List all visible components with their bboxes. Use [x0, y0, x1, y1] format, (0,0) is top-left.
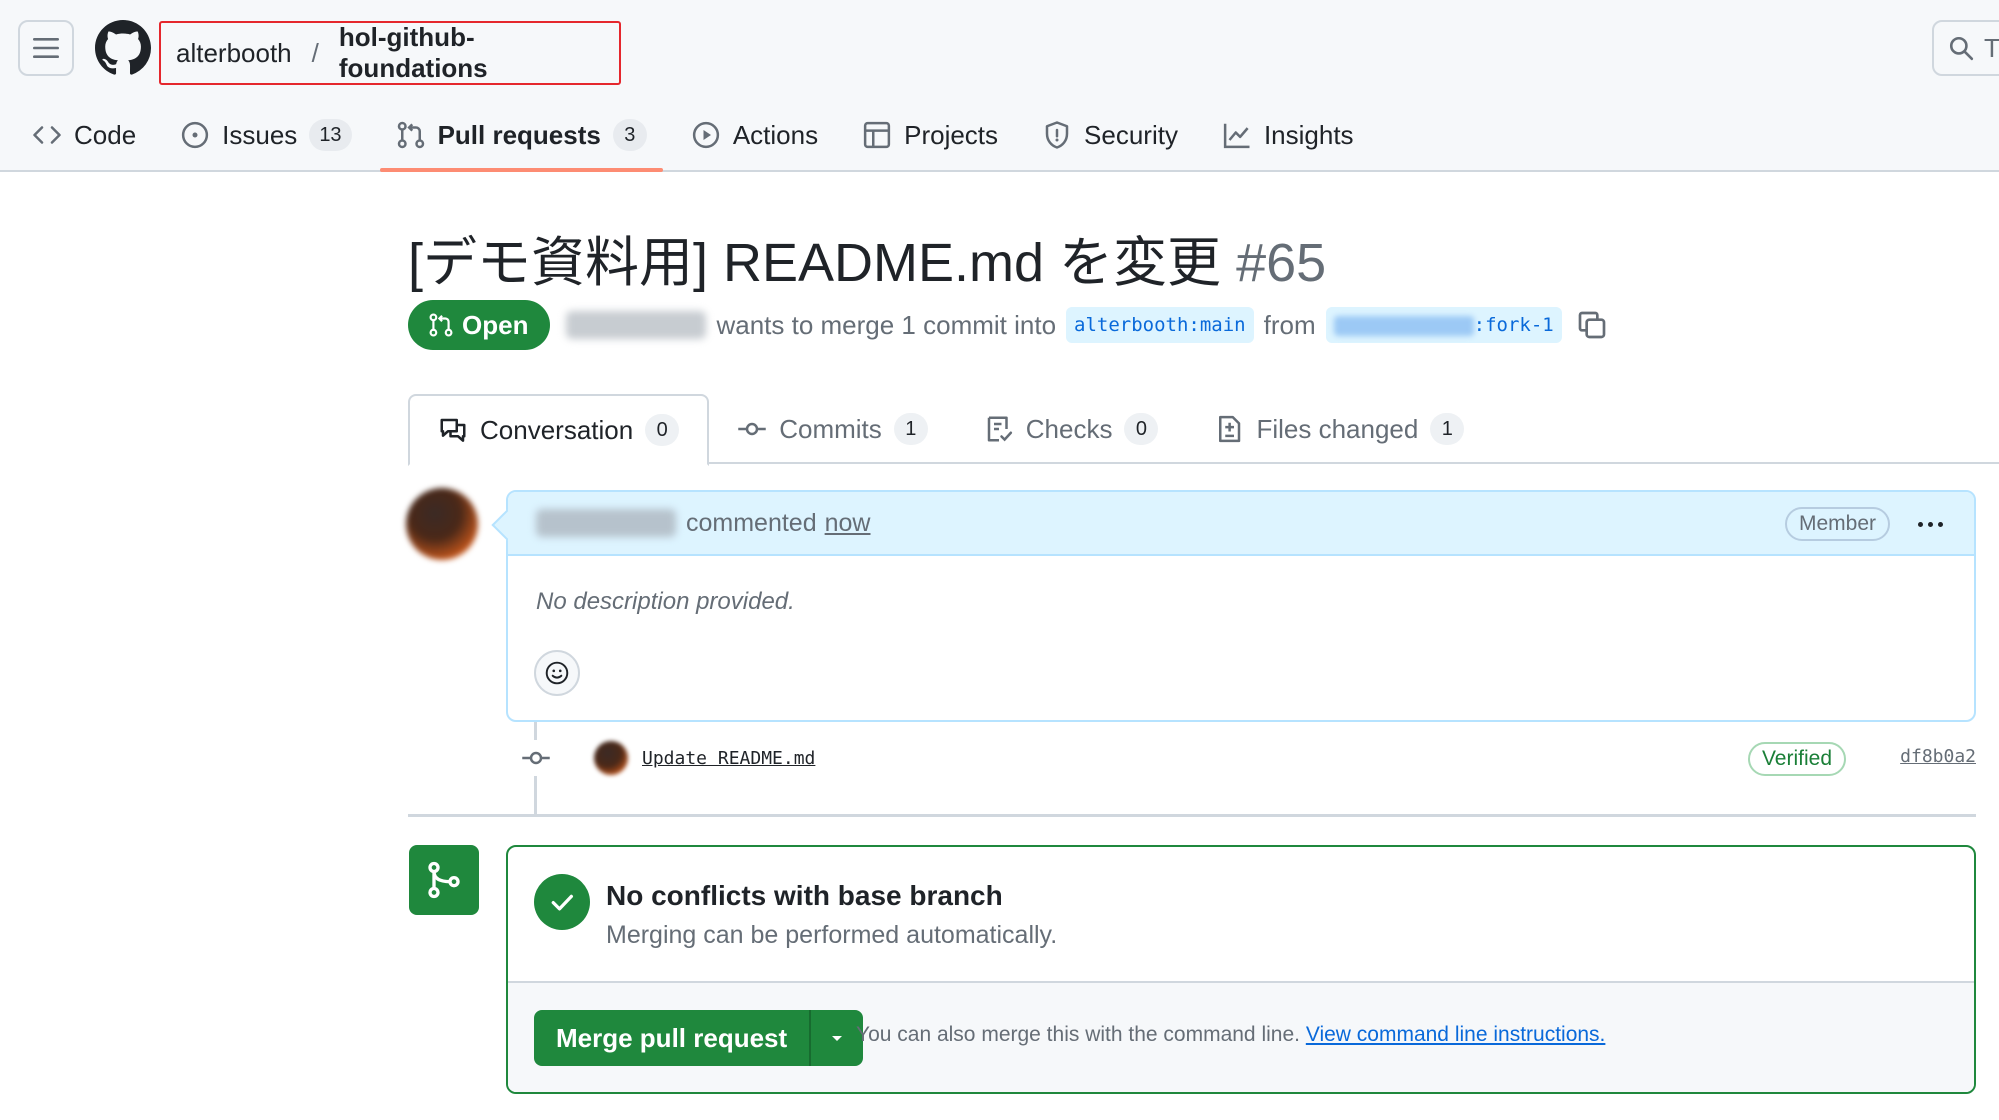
- merge-actions: Merge pull request You can also merge th…: [508, 983, 1974, 1092]
- pr-title-text: [デモ資料用] README.md を変更: [408, 233, 1222, 293]
- merge-status-title: No conflicts with base branch: [606, 880, 1003, 911]
- comment-discussion-icon: [438, 415, 468, 445]
- tab-label: Files changed: [1256, 413, 1419, 444]
- command-line-text: You can also merge this with the command…: [856, 1023, 1300, 1046]
- issues-count-badge: 13: [309, 119, 352, 151]
- command-line-instructions-link[interactable]: View command line instructions.: [1306, 1023, 1606, 1046]
- smiley-icon: [545, 661, 569, 685]
- comment-header: commented now Member: [508, 492, 1974, 556]
- tab-label: Checks: [1025, 413, 1113, 444]
- avatar[interactable]: [406, 488, 478, 560]
- kebab-horizontal-icon[interactable]: [1912, 506, 1948, 542]
- comment-author-redacted[interactable]: [536, 509, 676, 537]
- commit-author-avatar[interactable]: [594, 741, 628, 775]
- tab-files-changed[interactable]: Files changed 1: [1186, 394, 1492, 464]
- merge-status: No conflicts with base branch Merging ca…: [508, 847, 1974, 983]
- tab-insights[interactable]: Insights: [1206, 100, 1370, 170]
- check-icon: [534, 874, 590, 930]
- search-button[interactable]: T: [1932, 20, 1999, 76]
- comment-action: commented: [686, 508, 817, 537]
- tab-label: Pull requests: [437, 119, 601, 150]
- git-pull-request-icon: [396, 120, 426, 150]
- table-icon: [862, 120, 892, 150]
- tab-label: Projects: [904, 119, 999, 150]
- tab-label: Issues: [222, 119, 298, 150]
- tab-actions[interactable]: Actions: [675, 100, 834, 170]
- three-bars-icon: [33, 38, 59, 58]
- tab-conversation[interactable]: Conversation 0: [408, 394, 710, 466]
- file-diff-icon: [1214, 414, 1244, 444]
- merge-box: No conflicts with base branch Merging ca…: [506, 845, 1976, 1094]
- pr-state-label: Open: [462, 309, 529, 340]
- from-text: from: [1263, 309, 1316, 340]
- files-count: 1: [1430, 413, 1465, 445]
- tab-projects[interactable]: Projects: [846, 100, 1014, 170]
- search-placeholder: T: [1984, 32, 1999, 63]
- repo-owner-link[interactable]: alterbooth: [176, 38, 292, 69]
- repo-header: alterbooth / hol-github-foundations T Co…: [0, 0, 1999, 172]
- tab-label: Commits: [779, 413, 882, 444]
- tab-label: Conversation: [480, 414, 634, 445]
- tab-label: Code: [74, 119, 137, 150]
- pr-meta: Open wants to merge 1 commit into alterb…: [408, 300, 1608, 350]
- play-icon: [691, 120, 721, 150]
- head-branch-name: :fork-1: [1473, 314, 1554, 336]
- pr-title: [デモ資料用] README.md を変更 #65: [408, 218, 1326, 297]
- issue-opened-icon: [180, 120, 210, 150]
- member-badge: Member: [1784, 507, 1890, 541]
- verified-badge[interactable]: Verified: [1747, 742, 1846, 776]
- pr-state-badge: Open: [408, 300, 551, 350]
- tab-label: Security: [1084, 119, 1178, 150]
- copy-icon[interactable]: [1576, 309, 1608, 341]
- merge-button-group: Merge pull request: [534, 1010, 864, 1066]
- repo-nav-tabs: Code Issues 13 Pull requests 3 Actions P…: [0, 100, 1382, 172]
- tab-commits[interactable]: Commits 1: [709, 394, 956, 464]
- base-branch[interactable]: alterbooth:main: [1066, 307, 1254, 343]
- pr-number: #65: [1236, 233, 1327, 293]
- pulls-count-badge: 3: [612, 119, 647, 151]
- graph-icon: [1222, 120, 1252, 150]
- git-commit-icon: [518, 740, 554, 776]
- pr-comment: commented now Member No description prov…: [506, 490, 1976, 722]
- merge-description: wants to merge 1 commit into: [716, 309, 1057, 340]
- breadcrumb-separator: /: [311, 37, 319, 68]
- pr-author-redacted[interactable]: [566, 311, 707, 339]
- git-pull-request-icon: [429, 313, 453, 337]
- command-line-note: You can also merge this with the command…: [856, 1023, 1605, 1047]
- comment-timestamp[interactable]: now: [825, 509, 871, 538]
- repo-breadcrumb: alterbooth / hol-github-foundations: [159, 21, 621, 85]
- checklist-icon: [984, 414, 1014, 444]
- tab-issues[interactable]: Issues 13: [164, 100, 367, 170]
- triangle-down-icon: [832, 1036, 843, 1041]
- merge-pull-request-button[interactable]: Merge pull request: [534, 1010, 812, 1066]
- code-icon: [32, 120, 62, 150]
- repo-name-link[interactable]: hol-github-foundations: [339, 22, 619, 84]
- git-commit-icon: [737, 414, 767, 444]
- pr-tabs: Conversation 0 Commits 1 Checks 0 Files …: [408, 394, 1999, 466]
- tab-security[interactable]: Security: [1026, 100, 1194, 170]
- tab-pull-requests[interactable]: Pull requests 3: [379, 100, 664, 172]
- tab-label: Actions: [732, 119, 819, 150]
- checks-count: 0: [1124, 413, 1159, 445]
- merge-status-subtitle: Merging can be performed automatically.: [606, 921, 1058, 949]
- timeline-divider: [408, 814, 1976, 817]
- shield-icon: [1042, 120, 1072, 150]
- menu-button[interactable]: [18, 20, 74, 76]
- search-icon: [1949, 36, 1974, 61]
- git-merge-icon: [409, 845, 479, 915]
- add-reaction-button[interactable]: [534, 650, 580, 696]
- tab-checks[interactable]: Checks 0: [956, 394, 1187, 464]
- tab-code[interactable]: Code: [0, 100, 152, 170]
- commit-message-link[interactable]: Update README.md: [642, 748, 815, 769]
- comment-body: No description provided.: [536, 588, 795, 615]
- head-owner-redacted: [1333, 315, 1474, 336]
- head-branch[interactable]: :fork-1: [1325, 307, 1562, 343]
- conversation-count: 0: [645, 414, 680, 446]
- github-logo-icon[interactable]: [95, 20, 151, 76]
- commits-count: 1: [893, 413, 928, 445]
- commit-sha-link[interactable]: df8b0a2: [1900, 746, 1976, 767]
- commit-item: Update README.md Verified df8b0a2: [518, 740, 1976, 776]
- tab-label: Insights: [1263, 119, 1354, 150]
